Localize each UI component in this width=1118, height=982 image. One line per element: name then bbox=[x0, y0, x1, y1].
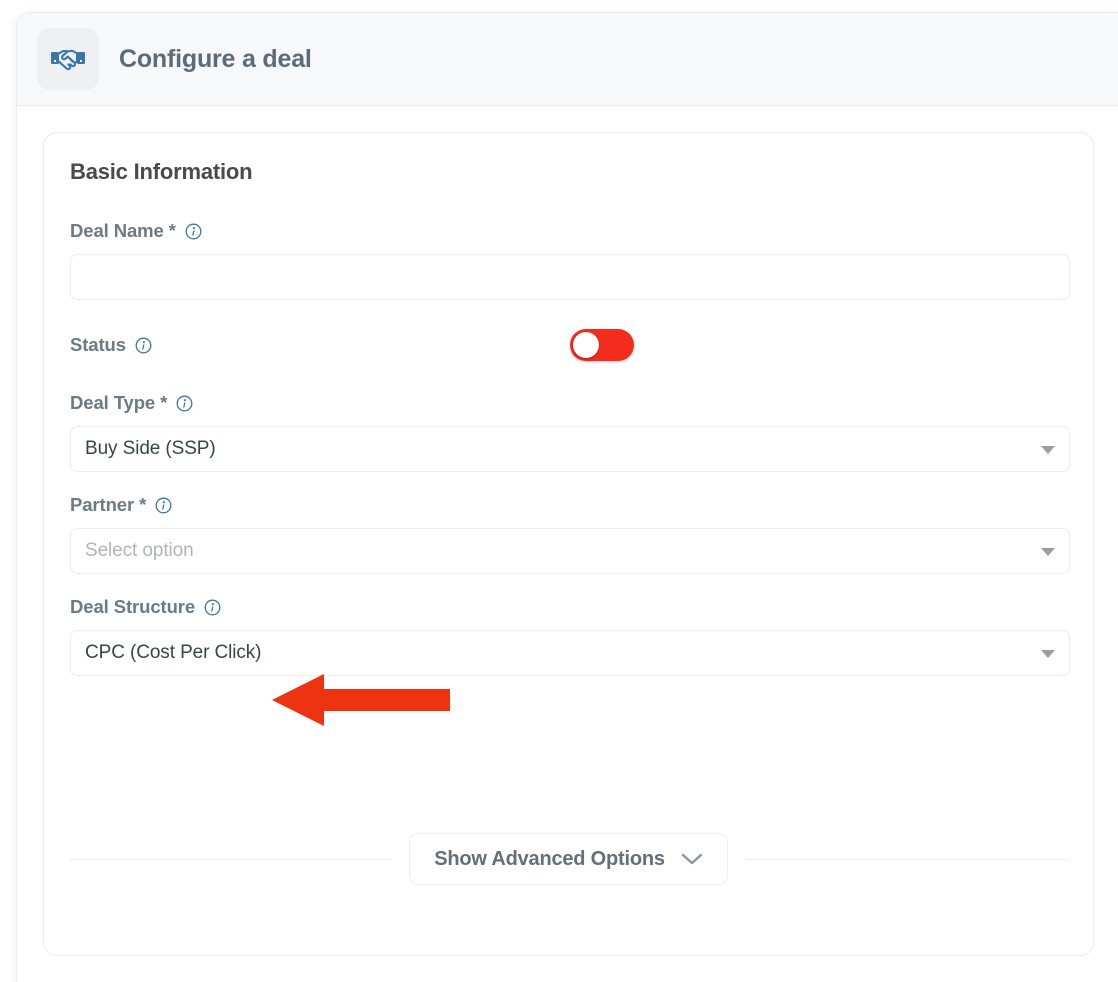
partner-select[interactable]: Select option bbox=[70, 528, 1070, 574]
status-label-text: Status bbox=[70, 334, 126, 355]
status-toggle[interactable] bbox=[570, 329, 634, 361]
field-partner: Partner * Select option bbox=[70, 494, 1070, 574]
required-marker: * bbox=[168, 220, 176, 241]
info-icon[interactable] bbox=[176, 395, 193, 412]
status-label: Status bbox=[70, 334, 570, 356]
page-title: Configure a deal bbox=[119, 44, 312, 73]
deal-name-input[interactable] bbox=[70, 254, 1070, 300]
info-icon[interactable] bbox=[185, 223, 202, 240]
required-marker: * bbox=[139, 494, 147, 515]
info-icon[interactable] bbox=[155, 497, 172, 514]
deal-name-label: Deal Name * bbox=[70, 220, 1067, 242]
show-advanced-options-button[interactable]: Show Advanced Options bbox=[409, 833, 728, 885]
app-header: Configure a deal bbox=[17, 13, 1118, 106]
deal-type-select[interactable]: Buy Side (SSP) bbox=[70, 426, 1070, 472]
caret-down-icon bbox=[1041, 446, 1055, 454]
app-panel: Configure a deal Basic Information Deal … bbox=[16, 12, 1118, 982]
deal-type-label: Deal Type * bbox=[70, 392, 1067, 414]
info-icon[interactable] bbox=[135, 337, 152, 354]
field-deal-type: Deal Type * Buy Side (SSP) bbox=[70, 392, 1070, 472]
divider-right bbox=[745, 858, 1068, 860]
show-advanced-options-label: Show Advanced Options bbox=[434, 847, 665, 870]
section-title: Basic Information bbox=[70, 159, 253, 184]
content-area: Basic Information Deal Name * Status Dea… bbox=[17, 106, 1118, 982]
partner-label: Partner * bbox=[70, 494, 1067, 516]
info-icon[interactable] bbox=[204, 599, 221, 616]
caret-down-icon bbox=[1041, 650, 1055, 658]
chevron-down-icon bbox=[681, 852, 703, 866]
deal-structure-value: CPC (Cost Per Click) bbox=[85, 642, 262, 663]
field-deal-name: Deal Name * bbox=[70, 220, 1070, 300]
deal-type-value: Buy Side (SSP) bbox=[85, 438, 216, 459]
deal-name-label-text: Deal Name bbox=[70, 220, 164, 241]
required-marker: * bbox=[160, 392, 168, 413]
deal-structure-label-text: Deal Structure bbox=[70, 596, 196, 617]
deal-structure-label: Deal Structure bbox=[70, 596, 1067, 618]
deal-type-label-text: Deal Type bbox=[70, 392, 156, 413]
caret-down-icon bbox=[1041, 548, 1055, 556]
divider-left bbox=[70, 858, 392, 860]
basic-information-card: Basic Information Deal Name * Status Dea… bbox=[43, 132, 1094, 956]
field-deal-structure: Deal Structure CPC (Cost Per Click) bbox=[70, 596, 1070, 676]
partner-value: Select option bbox=[85, 540, 194, 561]
deal-structure-select[interactable]: CPC (Cost Per Click) bbox=[70, 630, 1070, 676]
partner-label-text: Partner bbox=[70, 494, 135, 515]
handshake-icon bbox=[37, 28, 99, 90]
advanced-options-row: Show Advanced Options bbox=[70, 833, 1068, 885]
field-status: Status bbox=[70, 322, 1067, 368]
status-toggle-knob bbox=[573, 332, 599, 358]
